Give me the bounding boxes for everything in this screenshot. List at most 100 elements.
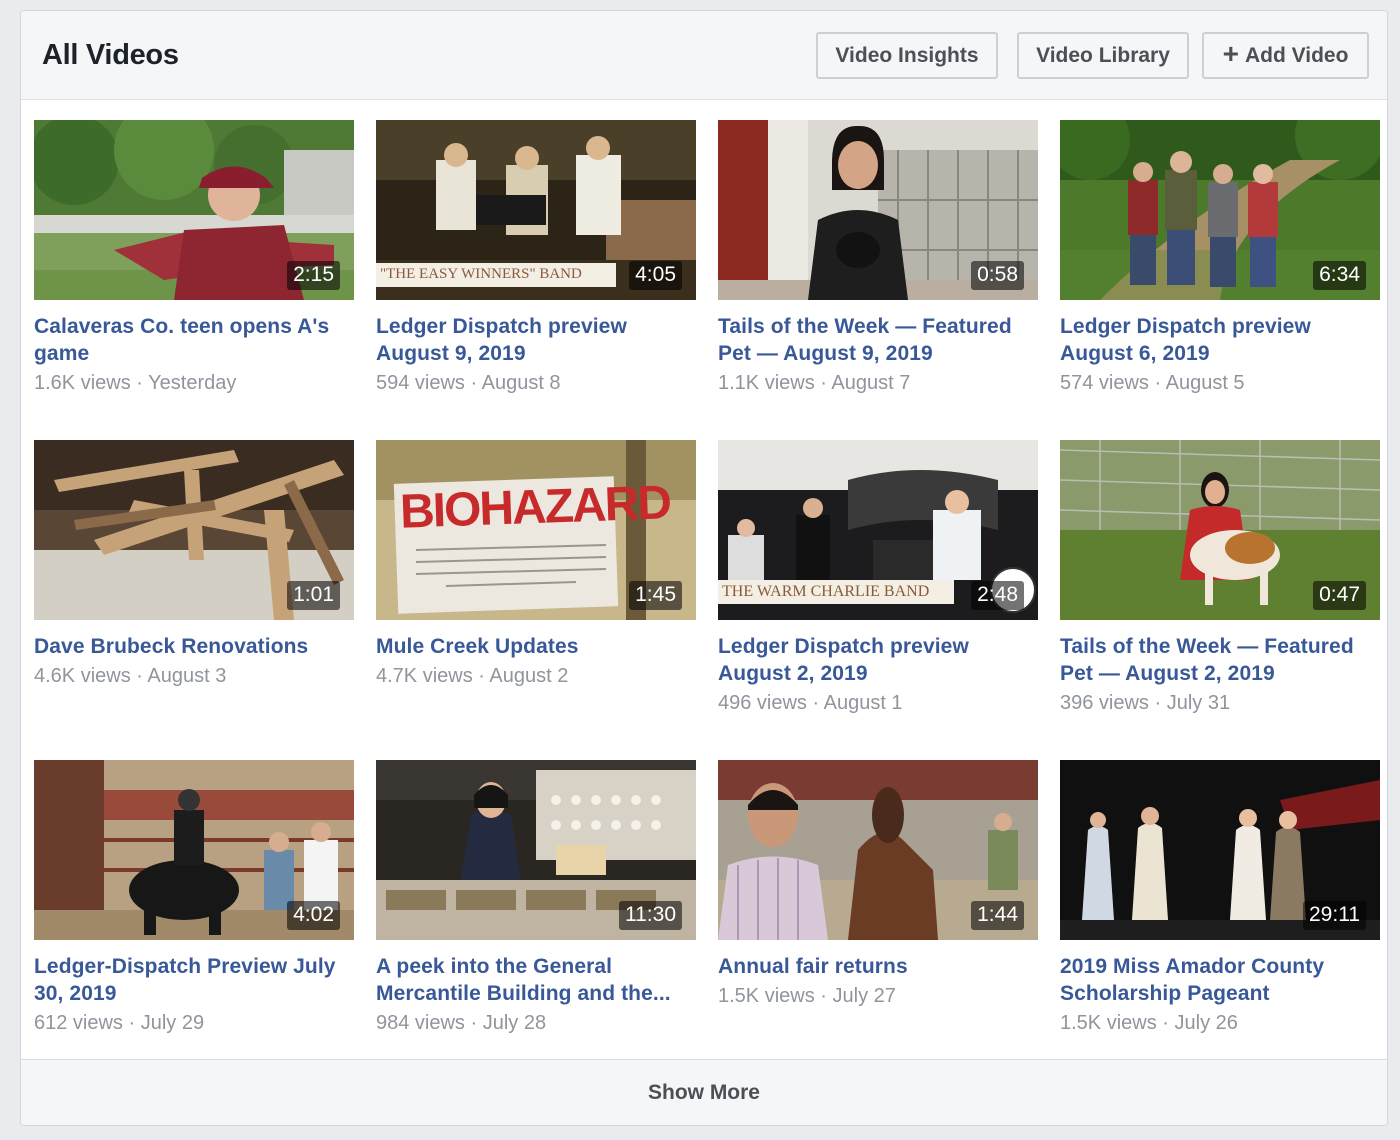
video-date: August 2: [489, 665, 569, 687]
meta-separator: ·: [1148, 372, 1166, 394]
video-title[interactable]: Ledger-Dispatch Preview July 30, 2019: [34, 953, 356, 1007]
video-duration: 11:30: [619, 901, 682, 930]
meta-separator: ·: [1148, 692, 1167, 714]
video-thumbnail[interactable]: BIOHAZARD 1:45: [376, 440, 696, 620]
meta-separator: ·: [814, 372, 832, 394]
plus-icon: +: [1222, 38, 1239, 69]
video-card: 1:01 Dave Brubeck Renovations 4.6K views…: [34, 440, 356, 689]
thumbnail-overlay-text: BIOHAZARD: [399, 476, 671, 539]
video-date: July 29: [140, 1012, 205, 1034]
video-title[interactable]: Ledger Dispatch preview August 2, 2019: [718, 633, 1040, 687]
video-date: July 28: [482, 1012, 547, 1034]
video-thumbnail[interactable]: 1:44: [718, 760, 1038, 940]
video-views: 4.7K views: [376, 665, 473, 687]
video-thumbnail[interactable]: 0:58: [718, 120, 1038, 300]
video-thumbnail[interactable]: 2:15: [34, 120, 354, 300]
video-title[interactable]: 2019 Miss Amador County Scholarship Page…: [1060, 953, 1382, 1007]
video-meta: 496 views · August 1: [718, 690, 1040, 716]
meta-separator: ·: [122, 1012, 141, 1034]
video-card: 2:15 Calaveras Co. teen opens A's game 1…: [34, 120, 356, 396]
video-date: August 5: [1165, 372, 1245, 394]
video-thumbnail[interactable]: 4:02: [34, 760, 354, 940]
panel-header: All Videos Video Insights Video Library …: [21, 11, 1387, 100]
video-views: 984 views: [376, 1012, 465, 1034]
show-more-button[interactable]: Show More: [21, 1059, 1387, 1125]
video-date: August 3: [147, 665, 227, 687]
video-views: 574 views: [1060, 372, 1149, 394]
video-library-button[interactable]: Video Library: [1017, 32, 1189, 79]
video-duration: 0:58: [971, 261, 1024, 290]
video-duration: 29:11: [1303, 901, 1366, 930]
meta-separator: ·: [1156, 1012, 1175, 1034]
meta-separator: ·: [814, 985, 833, 1007]
meta-separator: ·: [130, 665, 148, 687]
video-duration: 1:45: [629, 581, 682, 610]
video-meta: 1.5K views · July 26: [1060, 1010, 1382, 1036]
video-library-label: Video Library: [1036, 43, 1170, 67]
video-thumbnail[interactable]: 0:47: [1060, 440, 1380, 620]
video-insights-label: Video Insights: [835, 43, 979, 67]
meta-separator: ·: [806, 692, 824, 714]
video-title[interactable]: Mule Creek Updates: [376, 633, 698, 660]
video-meta: 984 views · July 28: [376, 1010, 698, 1036]
video-card: 29:11 2019 Miss Amador County Scholarshi…: [1060, 760, 1382, 1036]
page-title: All Videos: [42, 39, 179, 71]
video-duration: 2:15: [287, 261, 340, 290]
video-card: "THE EASY WINNERS" BAND 4:05 Ledger Disp…: [376, 120, 698, 396]
meta-separator: ·: [464, 372, 482, 394]
video-duration: 0:47: [1313, 581, 1366, 610]
video-title[interactable]: Ledger Dispatch preview August 9, 2019: [376, 313, 698, 367]
video-duration: 1:01: [287, 581, 340, 610]
video-title[interactable]: Annual fair returns: [718, 953, 1040, 980]
video-thumbnail[interactable]: 1:01: [34, 440, 354, 620]
video-views: 612 views: [34, 1012, 123, 1034]
video-thumbnail[interactable]: 11:30: [376, 760, 696, 940]
video-views: 4.6K views: [34, 665, 131, 687]
thumbnail-overlay-text: THE WARM CHARLIE BAND: [722, 583, 930, 600]
video-meta: 594 views · August 8: [376, 370, 698, 396]
video-title[interactable]: Dave Brubeck Renovations: [34, 633, 356, 660]
video-date: August 1: [823, 692, 903, 714]
video-views: 396 views: [1060, 692, 1149, 714]
video-duration: 4:02: [287, 901, 340, 930]
video-views: 496 views: [718, 692, 807, 714]
video-card: 1:44 Annual fair returns 1.5K views · Ju…: [718, 760, 1040, 1009]
video-date: July 27: [832, 985, 896, 1007]
video-views: 594 views: [376, 372, 465, 394]
video-card: 11:30 A peek into the General Mercantile…: [376, 760, 698, 1036]
meta-separator: ·: [130, 372, 149, 394]
add-video-label: Add Video: [1244, 43, 1349, 67]
video-card: 6:34 Ledger Dispatch preview August 6, 2…: [1060, 120, 1382, 396]
video-thumbnail[interactable]: "THE EASY WINNERS" BAND 4:05: [376, 120, 696, 300]
video-views: 1.1K views: [718, 372, 815, 394]
video-thumbnail[interactable]: THE WARM CHARLIE BAND 2:48: [718, 440, 1038, 620]
video-title[interactable]: Tails of the Week — Featured Pet — Augus…: [718, 313, 1040, 367]
video-date: July 31: [1166, 692, 1231, 714]
video-meta: 612 views · July 29: [34, 1010, 356, 1036]
video-title[interactable]: Calaveras Co. teen opens A's game: [34, 313, 356, 367]
video-duration: 6:34: [1313, 261, 1366, 290]
video-thumbnail[interactable]: 6:34: [1060, 120, 1380, 300]
video-meta: 1.6K views · Yesterday: [34, 370, 356, 396]
video-meta: 4.6K views · August 3: [34, 663, 356, 689]
meta-separator: ·: [472, 665, 490, 687]
video-card: 0:58 Tails of the Week — Featured Pet — …: [718, 120, 1040, 396]
add-video-button[interactable]: + Add Video: [1202, 32, 1369, 79]
video-title[interactable]: Tails of the Week — Featured Pet — Augus…: [1060, 633, 1382, 687]
video-thumbnail[interactable]: 29:11: [1060, 760, 1380, 940]
video-meta: 574 views · August 5: [1060, 370, 1382, 396]
show-more-label: Show More: [647, 1080, 760, 1104]
all-videos-panel: All Videos Video Insights Video Library …: [20, 10, 1388, 1126]
video-date: August 8: [481, 372, 561, 394]
video-duration: 2:48: [971, 581, 1024, 610]
video-views: 1.5K views: [718, 985, 815, 1007]
video-date: August 7: [831, 372, 911, 394]
video-title[interactable]: A peek into the General Mercantile Build…: [376, 953, 698, 1007]
video-card: THE WARM CHARLIE BAND 2:48 Ledger Dispat…: [718, 440, 1040, 716]
thumbnail-overlay-text: "THE EASY WINNERS" BAND: [380, 266, 582, 282]
video-duration: 1:44: [971, 901, 1024, 930]
video-title[interactable]: Ledger Dispatch preview August 6, 2019: [1060, 313, 1382, 367]
video-insights-button[interactable]: Video Insights: [816, 32, 998, 79]
video-views: 1.6K views: [34, 372, 131, 394]
video-card: BIOHAZARD 1:45 Mule Creek Updates 4.7K v…: [376, 440, 698, 689]
